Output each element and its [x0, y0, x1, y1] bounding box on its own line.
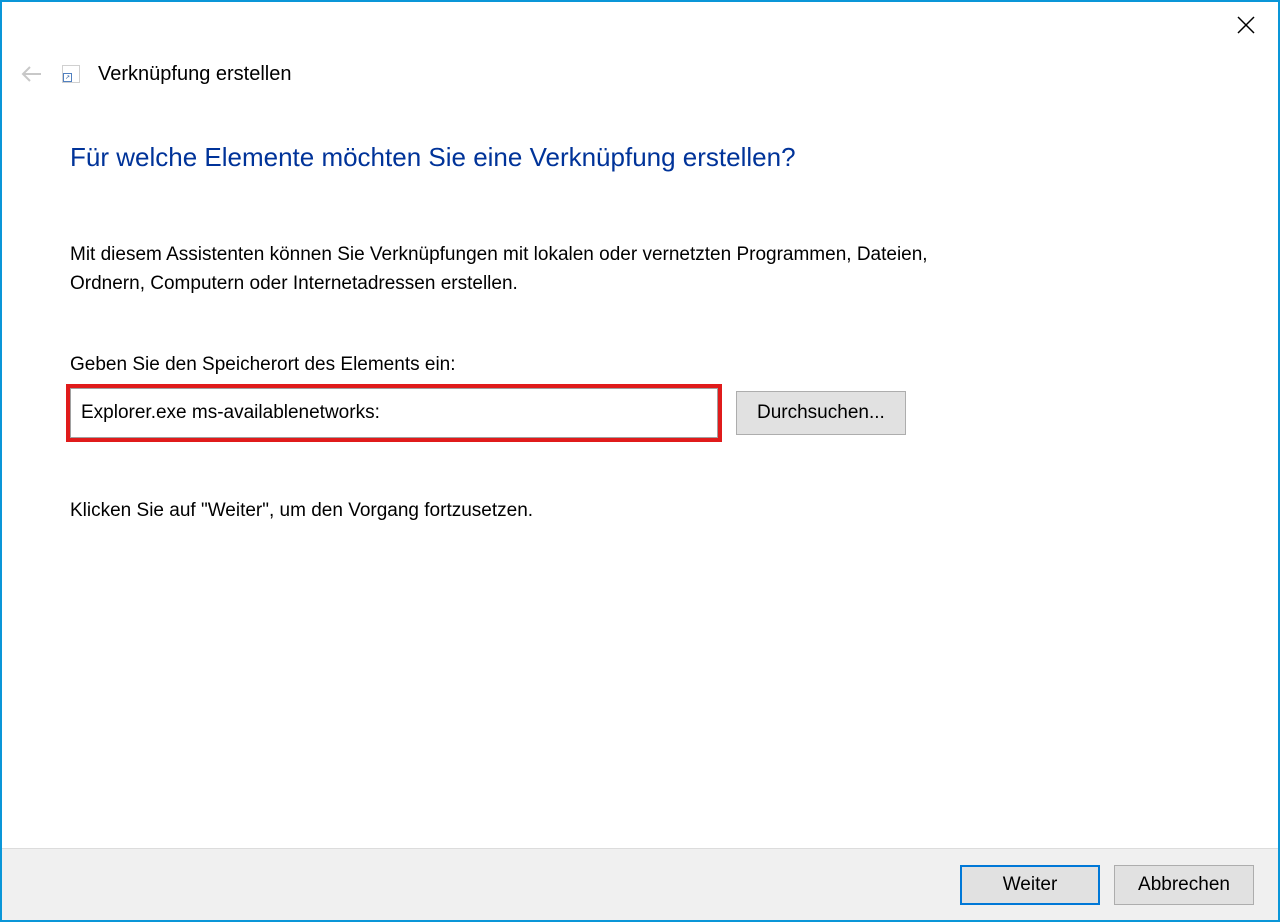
location-input-wrap — [70, 388, 718, 438]
location-input-row: Durchsuchen... — [70, 388, 1210, 438]
cancel-button[interactable]: Abbrechen — [1114, 865, 1254, 905]
description-text: Mit diesem Assistenten können Sie Verknü… — [70, 241, 940, 298]
close-icon — [1237, 16, 1255, 34]
page-heading: Für welche Elemente möchten Sie eine Ver… — [70, 142, 1210, 173]
wizard-content: Für welche Elemente möchten Sie eine Ver… — [70, 142, 1210, 522]
wizard-title: Verknüpfung erstellen — [98, 63, 291, 86]
arrow-left-icon — [21, 63, 43, 85]
location-input-label: Geben Sie den Speicherort des Elements e… — [70, 354, 1210, 376]
close-button[interactable] — [1226, 10, 1266, 40]
wizard-header: ↗ Verknüpfung erstellen — [20, 62, 291, 86]
continue-hint: Klicken Sie auf "Weiter", um den Vorgang… — [70, 500, 1210, 522]
shortcut-icon: ↗ — [62, 65, 80, 83]
location-input[interactable] — [70, 388, 718, 438]
next-button[interactable]: Weiter — [960, 865, 1100, 905]
browse-button[interactable]: Durchsuchen... — [736, 391, 906, 435]
wizard-footer: Weiter Abbrechen — [2, 848, 1278, 920]
back-button — [20, 62, 44, 86]
